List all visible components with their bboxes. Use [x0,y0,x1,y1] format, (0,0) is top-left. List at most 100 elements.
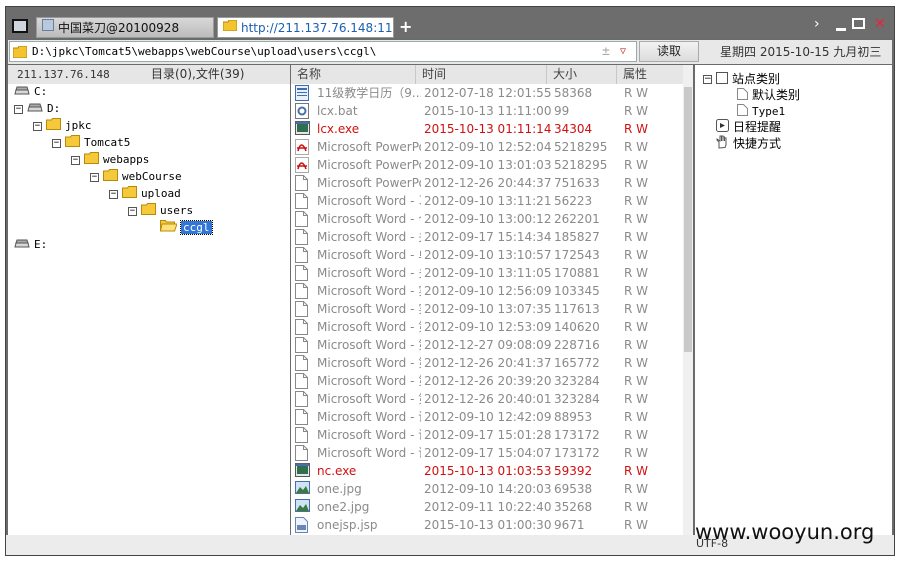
file-size: 262201 [554,212,600,226]
collapse-icon[interactable]: − [128,206,137,216]
tree-item-label: Tomcat5 [84,136,131,149]
file-size: 751633 [554,176,600,190]
tree-item-e[interactable]: E: [14,236,47,253]
file-name: lcx.exe [317,122,360,136]
tree-item-label: ccgl [180,220,213,235]
file-time: 2012-12-27 09:08:09 [424,338,552,352]
file-row[interactable]: Microsoft Word - 仓...2012-09-10 13:00:12… [291,210,683,228]
file-row[interactable]: Microsoft Word - 课...2012-09-17 15:04:07… [291,444,683,462]
file-row[interactable]: Microsoft Word - 关...2012-09-17 15:14:34… [291,228,683,246]
column-time[interactable]: 时间 [416,65,547,84]
collapse-icon[interactable]: − [109,189,118,199]
vertical-scrollbar[interactable] [683,65,693,535]
item-count: 目录(0),文件(39) [151,67,245,81]
tree-item-d[interactable]: − D: [14,100,60,117]
file-row[interactable]: 11级教学日历（9... 2012-07-18 12:01:55 58368 R W [291,84,683,102]
file-name: Microsoft Word - 第... [317,338,421,352]
chevron-right-icon[interactable]: › [814,16,820,32]
file-row[interactable]: Microsoft Word - 课...2012-09-17 15:01:28… [291,426,683,444]
file-row[interactable]: Microsoft Word - 第...2012-09-10 12:53:09… [291,318,683,336]
file-row[interactable]: Microsoft Word - 课...2012-09-10 12:42:09… [291,408,683,426]
file-attr: R W [624,230,649,244]
file-attr: R W [624,410,649,424]
file-row[interactable]: Microsoft Word - 单...2012-09-10 13:10:57… [291,246,683,264]
folder-icon [65,134,80,152]
file-row[interactable]: Microsoft Word - 实...2012-09-10 12:56:09… [291,282,683,300]
file-row[interactable]: Microsoft Word - 第...2012-12-26 20:40:01… [291,390,683,408]
app-menu-icon[interactable] [12,19,28,33]
file-size: 58368 [554,86,593,100]
new-tab-button[interactable]: + [399,18,412,36]
minimize-button[interactable] [836,19,846,35]
chevron-down-icon[interactable]: ▽ [620,42,626,61]
file-row[interactable]: onejsp.jsp 2015-10-13 01:00:30 9671 R W [291,516,683,534]
file-row[interactable]: one2.jpg 2012-09-11 10:22:40 35268 R W [291,498,683,516]
page-icon [737,103,748,120]
tree-item-webcourse[interactable]: − webCourse [90,168,182,185]
site-tree-item[interactable]: Type1 [737,103,785,119]
site-tree-item[interactable]: 日程提醒 [703,119,781,135]
file-row[interactable]: Microsoft Word - 第...2012-12-26 20:41:37… [291,354,683,372]
file-attr: R W [624,338,649,352]
file-row[interactable]: Microsoft Word - 第...2012-12-27 09:08:09… [291,336,683,354]
collapse-icon[interactable]: − [71,155,80,165]
collapse-icon[interactable]: − [52,138,61,148]
column-name[interactable]: 名称 [291,65,416,84]
file-row[interactable]: Microsoft Word - 习...2012-09-10 13:11:21… [291,192,683,210]
column-size[interactable]: 大小 [547,65,617,84]
tree-item-users[interactable]: − users [128,202,193,219]
file-row[interactable]: Microsoft PowerPoi...2012-12-26 20:44:37… [291,174,683,192]
tree-item-label: upload [141,187,181,200]
tree-item-label: webapps [103,153,150,166]
file-time: 2012-12-26 20:41:37 [424,356,552,370]
file-name: Microsoft Word - 课... [317,428,421,442]
tree-item-webapps[interactable]: − webapps [71,151,149,168]
scrollbar-thumb[interactable] [684,87,692,352]
site-tree-item[interactable]: 快捷方式 [703,135,781,151]
close-button[interactable]: ✕ [874,16,886,32]
date-display: 星期四 2015-10-15 九月初三 [720,45,882,59]
file-row[interactable]: lcx.bat 2015-10-13 11:11:00 99 R W [291,102,683,120]
file-row[interactable]: lcx.exe 2015-10-13 01:11:14 34304 R W [291,120,683,138]
file-row[interactable]: Microsoft Word - 多...2012-09-10 13:11:05… [291,264,683,282]
tab-remote-site[interactable]: http://211.137.76.148:1128/... [217,17,394,38]
file-size: 173172 [554,428,600,442]
folder-icon [46,117,61,135]
collapse-icon[interactable]: − [33,121,42,131]
tree-item-c[interactable]: C: [14,83,47,100]
file-row[interactable]: nc.exe 2015-10-13 01:03:53 59392 R W [291,462,683,480]
file-row[interactable]: Microsoft Word - 实...2012-09-10 13:07:35… [291,300,683,318]
file-name: Microsoft Word - 第... [317,374,421,388]
tree-item-jpkc[interactable]: − jpkc [33,117,92,134]
collapse-icon[interactable]: − [14,104,23,114]
watermark: www.wooyun.org [695,520,875,544]
path-input[interactable]: D:\jpkc\Tomcat5\webapps\webCourse\upload… [9,41,637,62]
file-row[interactable]: Microsoft PowerPoi...2012-09-10 12:52:04… [291,138,683,156]
drive-icon [14,84,30,101]
file-attr: R W [624,392,649,406]
file-row[interactable]: one.jpg 2012-09-10 14:20:03 69538 R W [291,480,683,498]
collapse-icon[interactable]: − [703,75,712,84]
directory-header: 211.137.76.148 目录(0),文件(39) [8,65,290,84]
tree-item-ccgl[interactable]: ccgl [147,219,213,236]
site-tree-pane: − 站点类别 默认类别 Type1 日程提醒 快捷方式 [695,65,892,535]
file-attr: R W [624,500,649,514]
tree-item-tomcat5[interactable]: − Tomcat5 [52,134,130,151]
column-attr[interactable]: 属性 [617,65,683,84]
maximize-button[interactable] [852,17,865,33]
file-attr: R W [624,284,649,298]
site-tree-item[interactable]: 默认类别 [737,87,800,103]
file-name: 11级教学日历（9... [317,86,421,100]
plus-icon[interactable]: ± [602,42,610,61]
site-tree-item[interactable]: − 站点类别 [703,71,780,87]
file-size: 69538 [554,482,593,496]
file-name: Microsoft Word - 第... [317,356,421,370]
file-row[interactable]: Microsoft PowerPoi...2012-09-10 13:01:03… [291,156,683,174]
site-tree-label: 站点类别 [732,72,781,86]
collapse-icon[interactable]: − [90,172,99,182]
tree-item-upload[interactable]: − upload [109,185,181,202]
read-button[interactable]: 读取 [639,41,699,62]
file-row[interactable]: Microsoft Word - 第...2012-12-26 20:39:20… [291,372,683,390]
tab-home[interactable]: 中国菜刀@20100928 [36,17,214,38]
